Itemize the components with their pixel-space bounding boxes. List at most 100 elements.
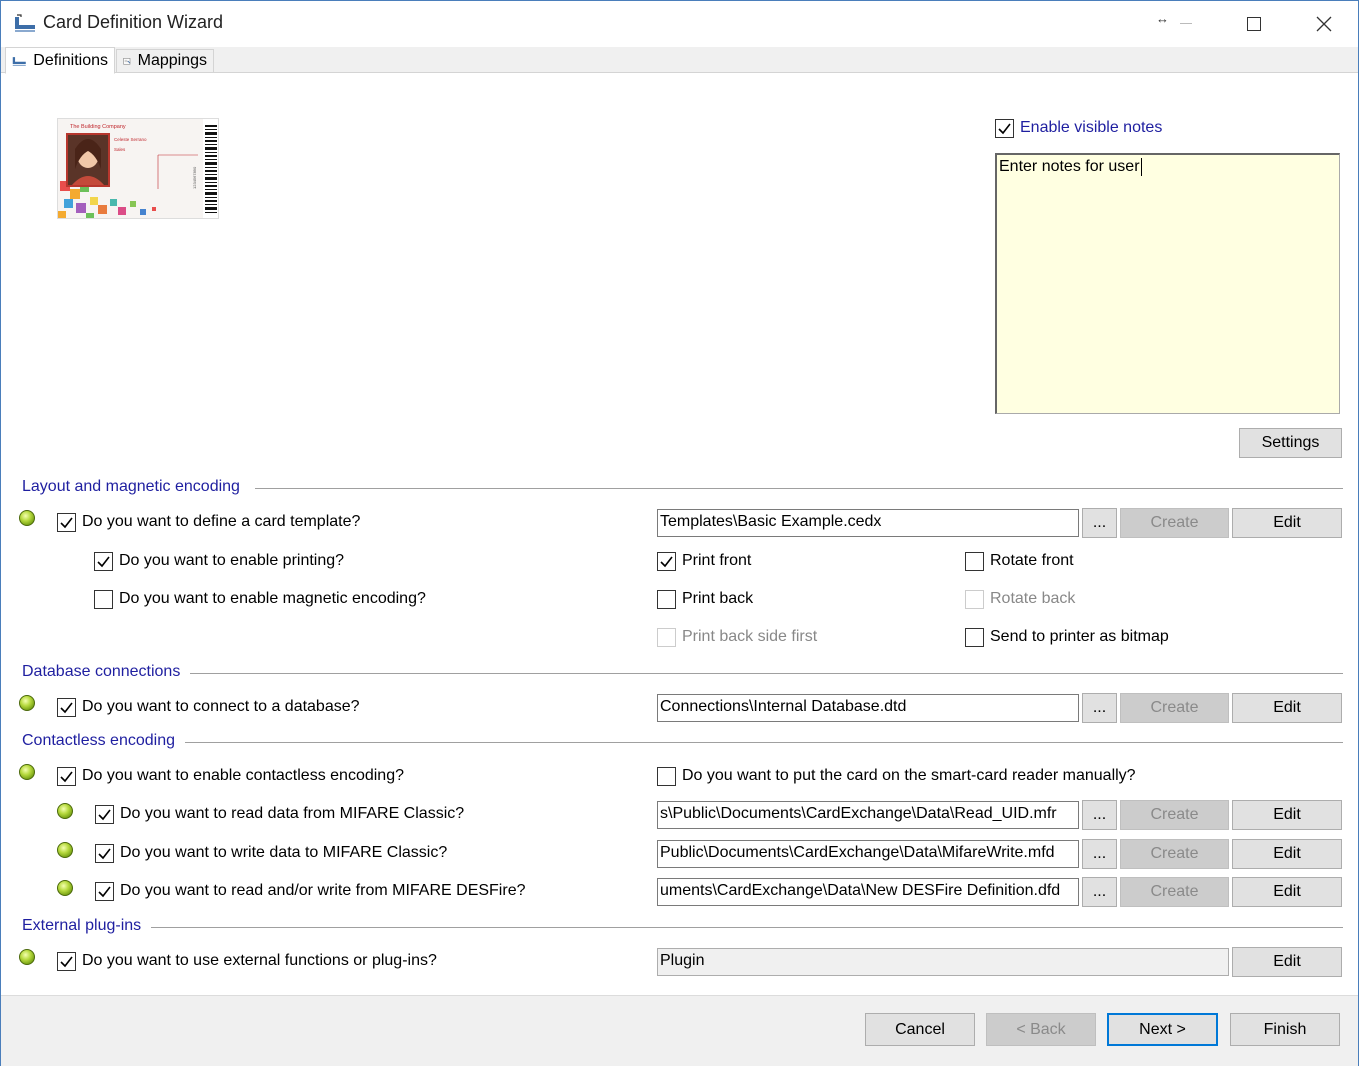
rotate-back-checkbox[interactable] (965, 590, 984, 609)
mifare-read-checkbox[interactable] (95, 805, 114, 824)
template-browse-button[interactable]: ... (1082, 508, 1117, 538)
checkmark-icon (98, 886, 111, 898)
mifare-read-edit-button[interactable]: Edit (1232, 800, 1342, 830)
define-template-label[interactable]: Do you want to define a card template? (82, 513, 360, 531)
enable-contactless-checkbox[interactable] (57, 767, 76, 786)
status-led-icon (19, 949, 35, 965)
checkmark-icon (998, 123, 1011, 135)
print-back-first-checkbox[interactable] (657, 628, 676, 647)
print-front-label[interactable]: Print front (682, 552, 751, 570)
manual-reader-checkbox[interactable] (657, 767, 676, 786)
checkmark-icon (98, 848, 111, 860)
next-button[interactable]: Next > (1107, 1013, 1218, 1046)
tab-definitions-label: Definitions (33, 51, 108, 69)
status-led-icon (57, 803, 73, 819)
plugin-edit-button[interactable]: Edit (1232, 947, 1342, 977)
checkmark-icon (60, 771, 73, 783)
enable-magnetic-checkbox[interactable] (94, 590, 113, 609)
send-bitmap-label[interactable]: Send to printer as bitmap (990, 628, 1169, 646)
enable-printing-checkbox[interactable] (94, 552, 113, 571)
close-icon (1316, 16, 1332, 32)
desfire-browse-button[interactable]: ... (1082, 877, 1117, 907)
template-create-button[interactable]: Create (1120, 508, 1229, 538)
send-bitmap-checkbox[interactable] (965, 628, 984, 647)
section-title-database: Database connections (22, 663, 191, 681)
rotate-front-checkbox[interactable] (965, 552, 984, 571)
close-button[interactable] (1289, 1, 1359, 47)
print-back-first-label: Print back side first (682, 628, 818, 645)
finish-button[interactable]: Finish (1230, 1013, 1340, 1046)
tab-mappings[interactable]: Mappings (116, 49, 214, 73)
checkmark-icon (660, 556, 673, 568)
section-divider (255, 488, 1343, 489)
card-department-text: Sales (114, 147, 126, 152)
mifare-write-path-input[interactable]: Public\Documents\CardExchange\Data\Mifar… (657, 840, 1079, 868)
status-led-icon (57, 842, 73, 858)
tab-definitions[interactable]: Definitions (5, 47, 115, 74)
desfire-edit-button[interactable]: Edit (1232, 877, 1342, 907)
database-path-input[interactable]: Connections\Internal Database.dtd (657, 694, 1079, 722)
status-led-icon (19, 510, 35, 526)
enable-magnetic-label[interactable]: Do you want to enable magnetic encoding? (119, 590, 426, 608)
section-divider (183, 742, 1343, 743)
notes-text: Enter notes for user (999, 158, 1140, 176)
checkmark-icon (98, 809, 111, 821)
mifare-write-label[interactable]: Do you want to write data to MIFARE Clas… (120, 844, 447, 862)
minimize-button[interactable] (1151, 1, 1221, 47)
tab-mappings-label: Mappings (137, 52, 207, 69)
desfire-label[interactable]: Do you want to read and/or write from MI… (120, 882, 525, 900)
rotate-back-label: Rotate back (990, 590, 1076, 607)
minimize-icon (1180, 23, 1192, 24)
database-browse-button[interactable]: ... (1082, 693, 1117, 723)
text-caret (1140, 158, 1142, 176)
card-number-text: 1234567890 (192, 166, 197, 189)
rotate-front-label[interactable]: Rotate front (990, 552, 1074, 570)
template-path-input[interactable]: Templates\Basic Example.cedx (657, 509, 1079, 537)
connect-database-label[interactable]: Do you want to connect to a database? (82, 698, 360, 716)
mifare-read-path-input[interactable]: s\Public\Documents\CardExchange\Data\Rea… (657, 801, 1079, 829)
mifare-write-browse-button[interactable]: ... (1082, 839, 1117, 869)
print-front-checkbox[interactable] (657, 552, 676, 571)
mifare-write-edit-button[interactable]: Edit (1232, 839, 1342, 869)
enable-printing-label[interactable]: Do you want to enable printing? (119, 552, 344, 570)
maximize-button[interactable] (1219, 1, 1289, 47)
back-button[interactable]: < Back (986, 1013, 1096, 1046)
maximize-icon (1247, 17, 1261, 31)
title-bar: Card Definition Wizard ↔ (1, 1, 1358, 47)
settings-button[interactable]: Settings (1239, 428, 1342, 458)
mifare-read-browse-button[interactable]: ... (1082, 800, 1117, 830)
desfire-path-input[interactable]: uments\CardExchange\Data\New DESFire Def… (657, 878, 1079, 906)
print-back-checkbox[interactable] (657, 590, 676, 609)
checkmark-icon (60, 956, 73, 968)
enable-visible-notes-checkbox[interactable] (995, 119, 1014, 138)
connect-database-checkbox[interactable] (57, 698, 76, 717)
mifare-read-create-button[interactable]: Create (1120, 800, 1229, 830)
mifare-write-checkbox[interactable] (95, 844, 114, 863)
database-edit-button[interactable]: Edit (1232, 693, 1342, 723)
define-template-checkbox[interactable] (57, 513, 76, 532)
app-icon (13, 13, 37, 35)
status-led-icon (57, 880, 73, 896)
cancel-button[interactable]: Cancel (865, 1013, 975, 1046)
enable-visible-notes-label[interactable]: Enable visible notes (1020, 119, 1162, 137)
card-company-text: The Building Company (70, 124, 126, 130)
status-led-icon (19, 764, 35, 780)
print-back-label[interactable]: Print back (682, 590, 753, 608)
mifare-read-label[interactable]: Do you want to read data from MIFARE Cla… (120, 805, 464, 823)
checkmark-icon (60, 517, 73, 529)
wizard-window: Card Definition Wizard ↔ Definitions Map… (0, 0, 1359, 1066)
status-led-icon (19, 695, 35, 711)
enable-contactless-label[interactable]: Do you want to enable contactless encodi… (82, 767, 404, 785)
manual-reader-label[interactable]: Do you want to put the card on the smart… (682, 767, 1136, 785)
section-title-plugins: External plug-ins (22, 917, 152, 935)
window-title: Card Definition Wizard (43, 12, 224, 32)
mifare-write-create-button[interactable]: Create (1120, 839, 1229, 869)
use-plugins-label[interactable]: Do you want to use external functions or… (82, 952, 437, 970)
desfire-create-button[interactable]: Create (1120, 877, 1229, 907)
use-plugins-checkbox[interactable] (57, 952, 76, 971)
template-edit-button[interactable]: Edit (1232, 508, 1342, 538)
notes-textarea[interactable]: Enter notes for user (995, 153, 1340, 414)
plugin-input[interactable]: Plugin (657, 948, 1229, 976)
desfire-checkbox[interactable] (95, 882, 114, 901)
database-create-button[interactable]: Create (1120, 693, 1229, 723)
